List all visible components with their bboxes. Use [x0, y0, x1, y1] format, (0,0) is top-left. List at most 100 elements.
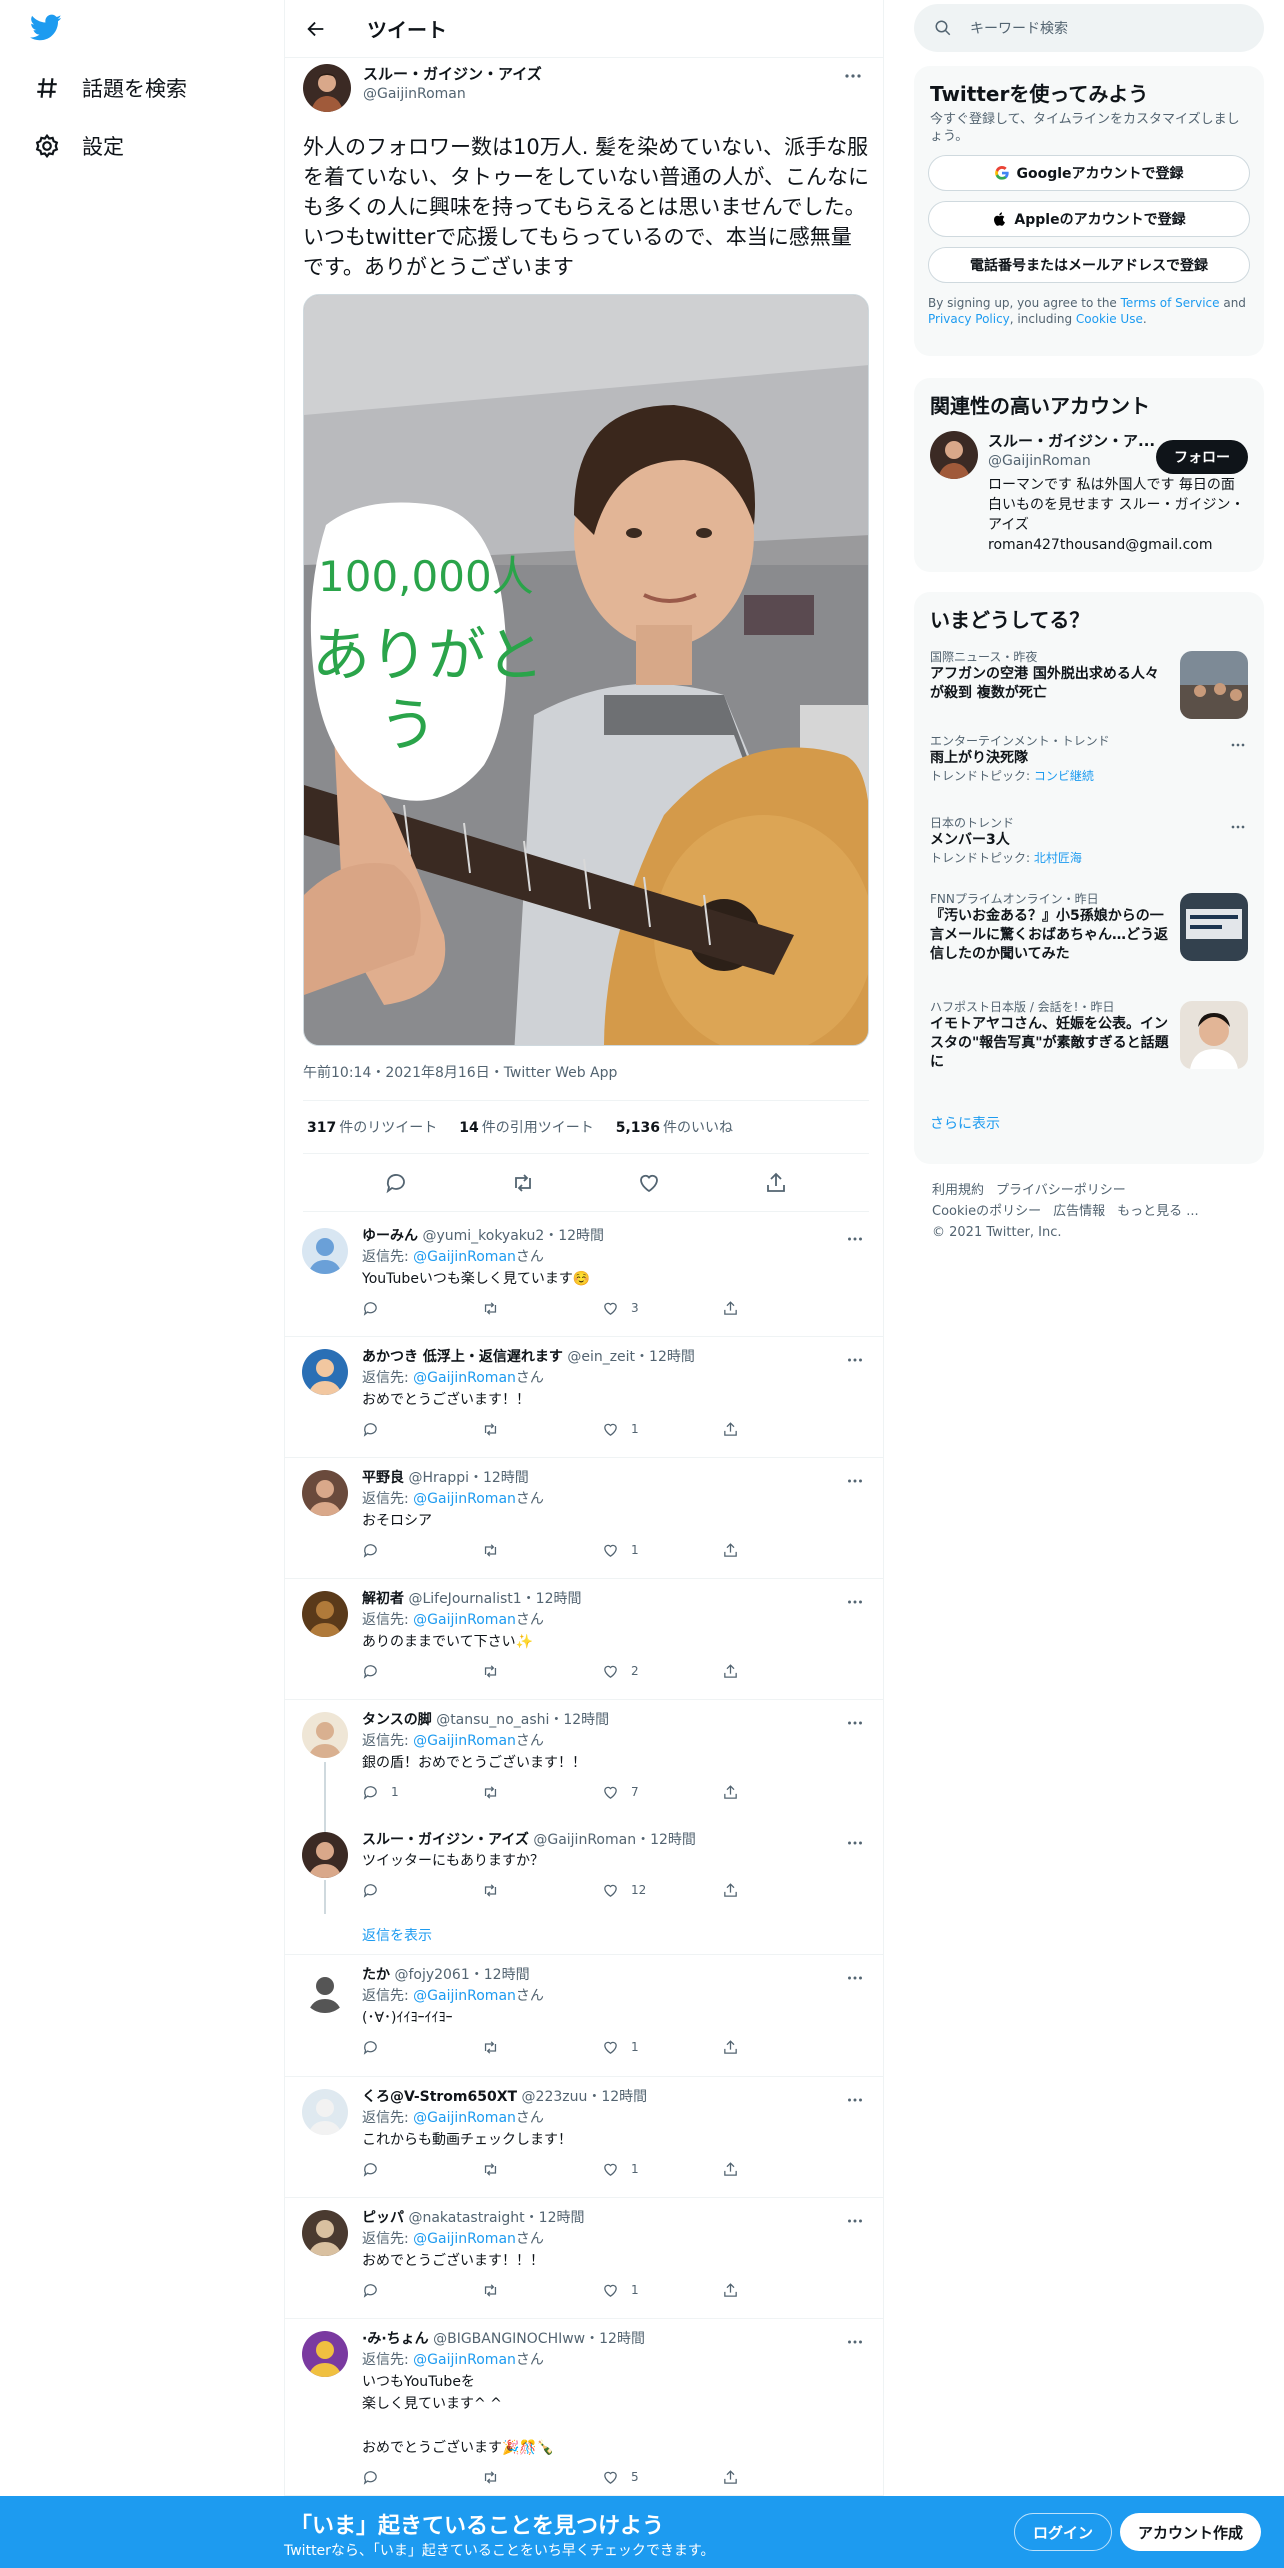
like-button[interactable]: 1 — [602, 1542, 722, 1559]
more-icon[interactable] — [844, 1832, 866, 1854]
like-button[interactable]: 2 — [602, 1663, 722, 1680]
avatar[interactable] — [930, 431, 978, 479]
reply-tweet[interactable]: あかつき 低浮上・返信遅れます @ein_zeit・12時間 返信先: @Gai… — [284, 1337, 884, 1458]
more-icon[interactable] — [844, 1470, 866, 1492]
reply-author-handle[interactable]: @fojy2061・12時間 — [394, 1967, 529, 1983]
reply-to-link[interactable]: @GaijinRoman — [413, 1249, 516, 1265]
share-button[interactable] — [722, 1542, 842, 1559]
trend-item[interactable]: ハフポスト日本版 / 会話を!・昨日 イモトアヤコさん、妊娠を公表。インスタの"… — [914, 989, 1264, 1099]
reply-tweet[interactable]: ゆーみん @yumi_kokyaku2・12時間 返信先: @GaijinRom… — [284, 1216, 884, 1337]
reply-to-link[interactable]: @GaijinRoman — [413, 2231, 516, 2247]
share-button[interactable] — [722, 2039, 842, 2056]
retweet-count[interactable]: 317 件のリツイート — [307, 1117, 437, 1137]
reply-tweet[interactable]: タンスの脚 @tansu_no_ashi・12時間 返信先: @GaijinRo… — [284, 1700, 884, 1820]
retweet-icon[interactable] — [511, 1171, 535, 1195]
terms-link[interactable]: Terms of Service — [1121, 296, 1220, 310]
reply-tweet[interactable]: 平野良 @Hrappi・12時間 返信先: @GaijinRomanさん おそロ… — [284, 1458, 884, 1579]
reply-author-name[interactable]: あかつき 低浮上・返信遅れます — [362, 1349, 563, 1365]
share-button[interactable] — [722, 2161, 842, 2178]
follow-button[interactable]: フォロー — [1156, 440, 1248, 474]
trend-item[interactable]: 日本のトレンド メンバー3人 トレンドトピック: 北村匠海 — [914, 805, 1264, 881]
reply-to-link[interactable]: @GaijinRoman — [413, 2110, 516, 2126]
reply-tweet[interactable]: 解初者 @LifeJournalist1・12時間 返信先: @GaijinRo… — [284, 1579, 884, 1700]
reply-button[interactable] — [362, 1542, 482, 1559]
like-button[interactable]: 1 — [602, 2282, 722, 2299]
reply-button[interactable] — [362, 2469, 482, 2486]
reply-icon[interactable] — [384, 1171, 408, 1195]
back-arrow-icon[interactable] — [305, 18, 327, 40]
reply-author-handle[interactable]: @GaijinRoman・12時間 — [533, 1832, 696, 1848]
trend-item[interactable]: 国際ニュース・昨夜 アフガンの空港 国外脱出求める人々が殺到 複数が死亡 — [914, 639, 1264, 723]
more-icon[interactable] — [1228, 735, 1248, 755]
reply-to-link[interactable]: @GaijinRoman — [413, 1612, 516, 1628]
reply-author-handle[interactable]: @LifeJournalist1・12時間 — [408, 1591, 581, 1607]
reply-button[interactable] — [362, 2039, 482, 2056]
footer-more[interactable]: もっと見る ... — [1117, 1204, 1199, 1219]
like-button[interactable]: 1 — [602, 2039, 722, 2056]
more-icon[interactable] — [844, 1349, 866, 1371]
reply-tweet[interactable]: ピッパ @nakatastraight・12時間 返信先: @GaijinRom… — [284, 2198, 884, 2319]
more-icon[interactable] — [844, 1228, 866, 1250]
avatar[interactable] — [302, 2089, 348, 2135]
privacy-link[interactable]: Privacy Policy — [928, 312, 1010, 326]
reply-button[interactable] — [362, 1421, 482, 1438]
reply-button[interactable] — [362, 1663, 482, 1680]
quote-count[interactable]: 14 件の引用ツイート — [459, 1117, 593, 1137]
retweet-button[interactable] — [482, 1421, 602, 1438]
more-icon[interactable] — [1228, 817, 1248, 837]
retweet-button[interactable] — [482, 2161, 602, 2178]
retweet-button[interactable] — [482, 1882, 602, 1899]
retweet-button[interactable] — [482, 2039, 602, 2056]
retweet-button[interactable] — [482, 1300, 602, 1317]
reply-author-name[interactable]: たか — [362, 1967, 390, 1983]
reply-to-link[interactable]: @GaijinRoman — [413, 1491, 516, 1507]
footer-ads[interactable]: 広告情報 — [1053, 1204, 1105, 1219]
share-button[interactable] — [722, 1300, 842, 1317]
reply-to-link[interactable]: @GaijinRoman — [413, 1733, 516, 1749]
nav-explore[interactable]: 話題を検索 — [34, 68, 187, 108]
avatar[interactable] — [302, 1712, 348, 1758]
more-icon[interactable] — [844, 1591, 866, 1613]
like-button[interactable]: 1 — [602, 2161, 722, 2178]
reply-author-handle[interactable]: @BIGBANGINOCHIww・12時間 — [433, 2331, 645, 2347]
share-button[interactable] — [722, 1882, 842, 1899]
reply-button[interactable] — [362, 2282, 482, 2299]
avatar[interactable] — [302, 1228, 348, 1274]
avatar[interactable] — [303, 64, 351, 112]
share-icon[interactable] — [764, 1171, 788, 1195]
like-button[interactable]: 3 — [602, 1300, 722, 1317]
share-button[interactable] — [722, 1784, 842, 1801]
apple-signup-button[interactable]: Appleのアカウントで登録 — [928, 201, 1250, 237]
reply-to-link[interactable]: @GaijinRoman — [413, 1988, 516, 2004]
show-replies-link[interactable]: 返信を表示 — [362, 1925, 432, 1945]
avatar[interactable] — [302, 1967, 348, 2013]
reply-author-name[interactable]: ゆーみん — [362, 1228, 418, 1244]
reply-author-name[interactable]: 平野良 — [362, 1470, 404, 1486]
like-button[interactable]: 7 — [602, 1784, 722, 1801]
share-button[interactable] — [722, 2469, 842, 2486]
more-icon[interactable] — [841, 64, 865, 88]
tweet-photo[interactable]: 100,000人 ありがと う — [303, 294, 869, 1046]
google-signup-button[interactable]: Googleアカウントで登録 — [928, 155, 1250, 191]
more-icon[interactable] — [844, 1712, 866, 1734]
share-button[interactable] — [722, 2282, 842, 2299]
reply-author-handle[interactable]: @yumi_kokyaku2・12時間 — [422, 1228, 604, 1244]
reply-tweet[interactable]: くろ@V-Strom650XT @223zuu・12時間 返信先: @Gaiji… — [284, 2077, 884, 2198]
phone-signup-button[interactable]: 電話番号またはメールアドレスで登録 — [928, 247, 1250, 283]
retweet-button[interactable] — [482, 1663, 602, 1680]
search-input[interactable]: キーワード検索 — [914, 4, 1264, 52]
retweet-button[interactable] — [482, 1784, 602, 1801]
reply-author-handle[interactable]: @ein_zeit・12時間 — [567, 1349, 695, 1365]
reply-author-name[interactable]: くろ@V-Strom650XT — [362, 2089, 517, 2105]
reply-author-name[interactable]: タンスの脚 — [362, 1712, 432, 1728]
more-icon[interactable] — [844, 1967, 866, 1989]
like-button[interactable]: 5 — [602, 2469, 722, 2486]
trend-item[interactable]: エンターテインメント・トレンド 雨上がり決死隊 トレンドトピック: コンビ継続 — [914, 723, 1264, 805]
reply-author-name[interactable]: スルー・ガイジン・アイズ — [362, 1832, 529, 1848]
like-button[interactable]: 1 — [602, 1421, 722, 1438]
avatar[interactable] — [302, 1470, 348, 1516]
retweet-button[interactable] — [482, 1542, 602, 1559]
reply-button[interactable] — [362, 1882, 482, 1899]
signup-button[interactable]: アカウント作成 — [1120, 2513, 1262, 2551]
avatar[interactable] — [302, 1591, 348, 1637]
